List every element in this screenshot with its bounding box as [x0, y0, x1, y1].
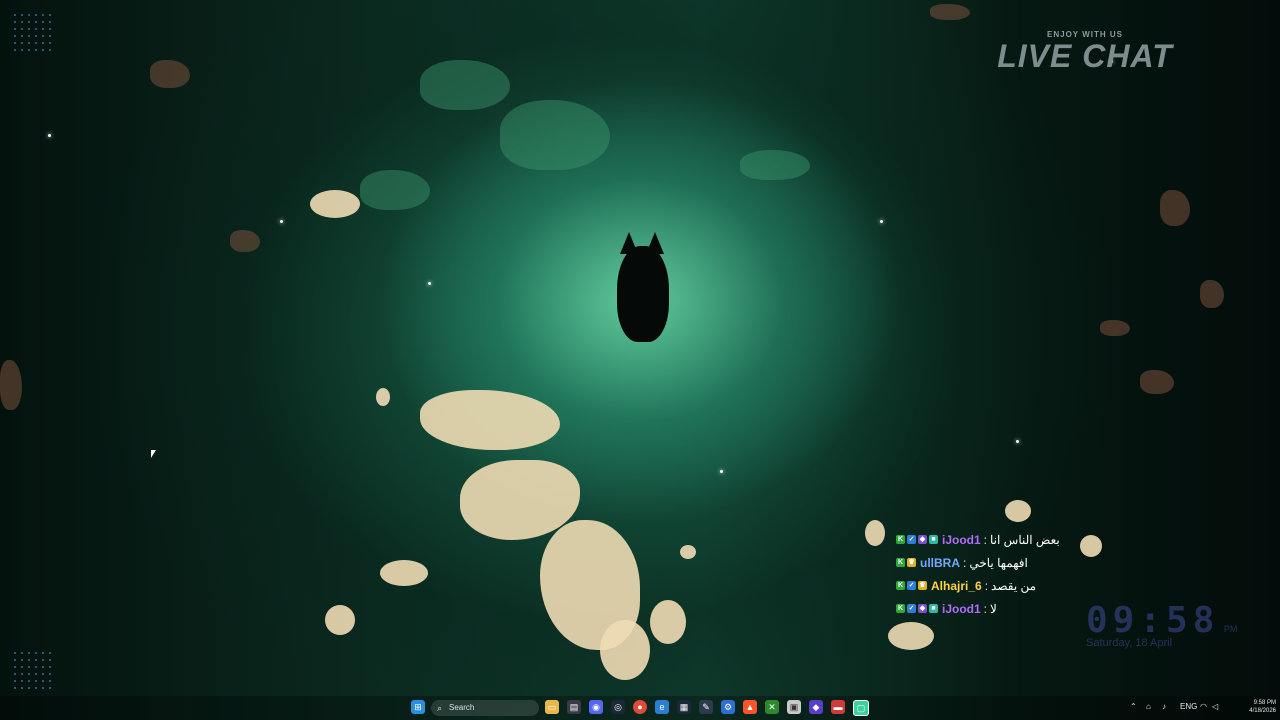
- star: [720, 470, 723, 473]
- wallpaper-leaf: [1160, 190, 1190, 226]
- chat-separator: :: [983, 601, 988, 616]
- star: [1016, 440, 1019, 443]
- brave-icon[interactable]: ▲: [743, 700, 757, 714]
- kick-badge-icon: K: [896, 558, 905, 567]
- wallpaper-leaf: [0, 360, 22, 410]
- chat-message: K ♛ ullBRA : افهمها ياخي: [896, 551, 1086, 574]
- verified-badge-icon: ✓: [907, 535, 916, 544]
- volume-icon[interactable]: ◁: [1212, 700, 1218, 714]
- chat-separator: :: [983, 532, 988, 547]
- show-hidden-icons-chevron-icon[interactable]: ⌃: [1130, 700, 1137, 714]
- notepad-icon[interactable]: ✎: [699, 700, 713, 714]
- chat-text: من يقصد: [991, 578, 1037, 593]
- chat-separator: :: [963, 555, 967, 570]
- star: [280, 220, 283, 223]
- live-chat-title: LIVE CHAT: [997, 38, 1173, 74]
- wallpaper-reflection: [680, 545, 696, 559]
- store-icon[interactable]: ▤: [567, 700, 581, 714]
- steam-icon[interactable]: ◎: [611, 700, 625, 714]
- chat-username: iJood1: [942, 601, 981, 616]
- language-indicator[interactable]: ENG: [1180, 700, 1197, 714]
- gift-badge-icon: ■: [929, 535, 938, 544]
- live-chat-header: ENJOY WITH US LIVE CHAT: [990, 30, 1180, 73]
- wallpaper-reflection: [888, 622, 934, 650]
- wallpaper-leaf: [230, 230, 260, 252]
- wallpaper-leaf: [360, 170, 430, 210]
- settings-icon[interactable]: ⚙: [721, 700, 735, 714]
- wallpaper-reflection: [865, 520, 885, 546]
- wallpaper-reflection: [380, 560, 428, 586]
- wallpaper-reflection: [1005, 500, 1031, 522]
- verified-badge-icon: ✓: [907, 581, 916, 590]
- taskbar-time: 9:58 PM: [1253, 700, 1276, 706]
- chat-message: K ✓ ♛ Alhajri_6 : من يقصد: [896, 574, 1086, 597]
- wallpaper-leaf: [1140, 370, 1174, 394]
- verified-badge-icon: ✓: [907, 604, 916, 613]
- chat-message: K ✓ ◆ ■ iJood1 : بعض الناس انا: [896, 528, 1086, 551]
- clock-ampm: PM: [1223, 624, 1238, 634]
- obs-app-icon[interactable]: ▢: [853, 700, 869, 716]
- search-placeholder: Search: [449, 703, 475, 712]
- clock-time: 09:58: [1086, 600, 1220, 641]
- kick-badge-icon: K: [896, 581, 905, 590]
- desktop-clock-widget: 09:58 PM Saturday, 18 April: [1086, 600, 1246, 649]
- wallpaper-leaf: [930, 4, 970, 20]
- steam-link-icon[interactable]: ▦: [677, 700, 691, 714]
- sub-badge-icon: ◆: [918, 535, 927, 544]
- chat-text: افهمها ياخي: [969, 555, 1028, 570]
- chat-username: Alhajri_6: [931, 578, 982, 593]
- taskbar-date: 4/18/2026: [1249, 708, 1276, 714]
- wallpaper-leaf: [1100, 320, 1130, 336]
- cat-silhouette: [617, 246, 669, 342]
- taskbar-search-box[interactable]: ⌕ Search: [431, 700, 539, 716]
- star: [880, 220, 883, 223]
- chrome-icon[interactable]: ●: [633, 700, 647, 714]
- chat-username: iJood1: [942, 532, 981, 547]
- wallpaper-leaf: [500, 100, 610, 170]
- app-icon[interactable]: ▣: [787, 700, 801, 714]
- wallpaper-leaf: [1200, 280, 1224, 308]
- wallpaper-leaf: [740, 150, 810, 180]
- star: [48, 134, 51, 137]
- crown-badge-icon: ♛: [918, 581, 927, 590]
- sub-badge-icon: ◆: [918, 604, 927, 613]
- mouse-cursor-icon: [151, 450, 156, 458]
- chat-message: K ✓ ◆ ■ iJood1 : لا: [896, 597, 1086, 620]
- decorative-dot-grid: [14, 652, 51, 689]
- microphone-tray-icon[interactable]: ♪: [1162, 700, 1166, 714]
- crown-badge-icon: ♛: [907, 558, 916, 567]
- wallpaper-leaf: [420, 60, 510, 110]
- taskbar-clock[interactable]: 9:58 PM 4/18/2026: [1222, 699, 1276, 715]
- app-icon[interactable]: ◆: [809, 700, 823, 714]
- kick-badge-icon: K: [896, 604, 905, 613]
- app-icon[interactable]: ▬: [831, 700, 845, 714]
- chat-feed: K ✓ ◆ ■ iJood1 : بعض الناس انا K ♛ ullBR…: [896, 528, 1086, 620]
- discord-icon[interactable]: ◉: [589, 700, 603, 714]
- windows-start-icon[interactable]: ⊞: [411, 700, 425, 714]
- xbox-icon[interactable]: ✕: [765, 700, 779, 714]
- search-icon: ⌕: [437, 703, 443, 713]
- wifi-icon[interactable]: ◠: [1200, 700, 1207, 714]
- kick-badge-icon: K: [896, 535, 905, 544]
- chat-username: ullBRA: [920, 555, 960, 570]
- chat-separator: :: [984, 578, 989, 593]
- star: [428, 282, 431, 285]
- wallpaper-reflection: [325, 605, 355, 635]
- wallpaper-reflection: [310, 190, 360, 218]
- wallpaper-reflection: [650, 600, 686, 644]
- clock-date: Saturday, 18 April: [1086, 637, 1173, 649]
- wallpaper-reflection: [600, 620, 650, 680]
- chat-text: بعض الناس انا: [990, 532, 1060, 547]
- wallpaper-reflection: [376, 388, 390, 406]
- network-tray-icon[interactable]: ⌂: [1146, 700, 1151, 714]
- file-explorer-icon[interactable]: ▭: [545, 700, 559, 714]
- decorative-dot-grid: [14, 14, 51, 51]
- wallpaper-leaf: [150, 60, 190, 88]
- chat-text: لا: [990, 601, 997, 616]
- gift-badge-icon: ■: [929, 604, 938, 613]
- edge-icon[interactable]: e: [655, 700, 669, 714]
